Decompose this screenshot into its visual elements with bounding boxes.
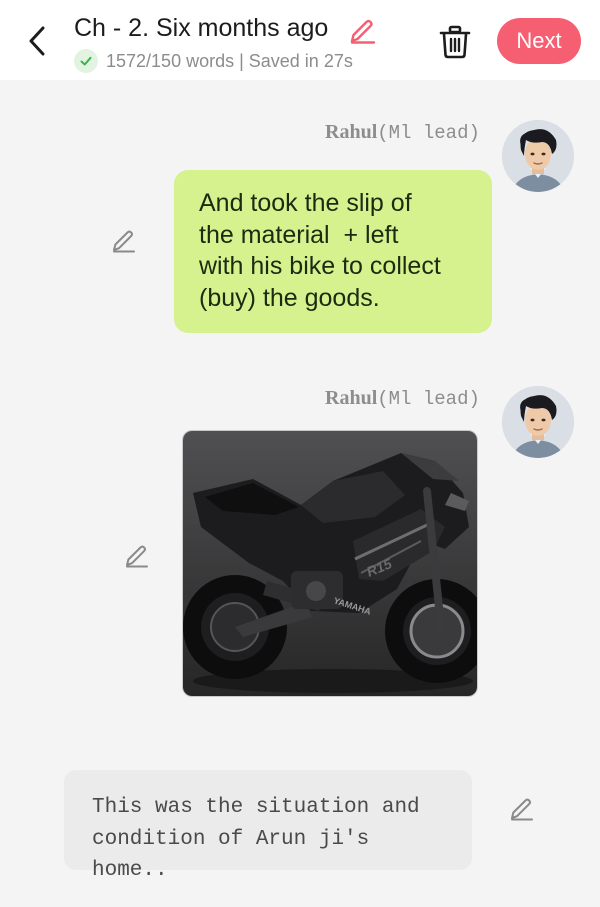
- narration-bubble[interactable]: This was the situation and condition of …: [64, 770, 472, 882]
- speaker-label: Rahul(Ml lead): [325, 121, 480, 144]
- word-count-status: 1572/150 words | Saved in 27s: [106, 50, 353, 71]
- message-line: with his bike to collect: [199, 252, 441, 280]
- message-line: And took the slip of: [199, 189, 412, 217]
- avatar[interactable]: [502, 386, 574, 458]
- edit-message-button[interactable]: [110, 227, 138, 255]
- trash-icon: [439, 25, 471, 59]
- speaker-role: (Ml lead): [377, 122, 480, 144]
- back-arrow-icon: [29, 26, 45, 56]
- pencil-icon: [511, 798, 533, 821]
- delete-button[interactable]: [438, 24, 472, 60]
- save-status: 1572/150 words | Saved in 27s: [74, 48, 353, 74]
- message-line: (buy) the goods.: [199, 283, 380, 312]
- speaker-role: (Ml lead): [377, 388, 480, 410]
- message-bubble[interactable]: And took the slip of the material + left…: [174, 170, 492, 333]
- narration-line: condition of Arun ji's home..: [92, 827, 370, 883]
- next-button[interactable]: Next: [497, 18, 581, 64]
- speaker-label: Rahul(Ml lead): [325, 387, 480, 410]
- back-button[interactable]: [22, 24, 52, 58]
- saved-check-icon: [74, 49, 98, 73]
- top-bar: Ch - 2. Six months ago 1572/150 words | …: [0, 0, 600, 80]
- edit-narration-button[interactable]: [508, 795, 536, 823]
- pencil-icon: [350, 19, 376, 44]
- speaker-name: Rahul: [325, 387, 378, 409]
- chapter-title[interactable]: Ch - 2. Six months ago: [74, 14, 328, 43]
- message-line: the material + left: [199, 220, 399, 249]
- edit-message-button[interactable]: [123, 542, 151, 570]
- narration-line: This was the situation and: [92, 796, 420, 819]
- avatar[interactable]: [502, 120, 574, 192]
- edit-title-button[interactable]: [347, 16, 377, 46]
- pencil-icon: [126, 545, 148, 568]
- message-image[interactable]: YAMAHA R15: [182, 430, 478, 697]
- pencil-icon: [113, 230, 135, 253]
- speaker-name: Rahul: [325, 121, 378, 143]
